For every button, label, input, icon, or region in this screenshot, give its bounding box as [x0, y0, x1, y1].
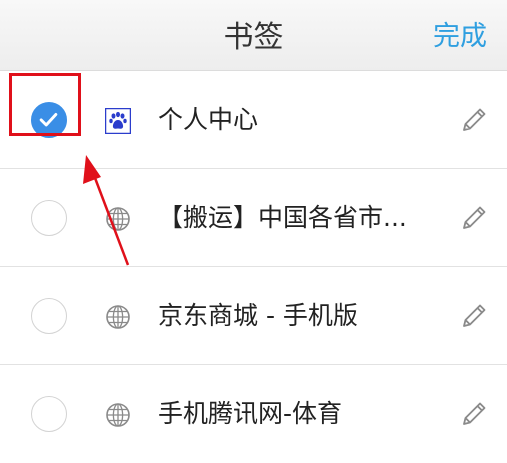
- annotation-arrow: [83, 155, 130, 266]
